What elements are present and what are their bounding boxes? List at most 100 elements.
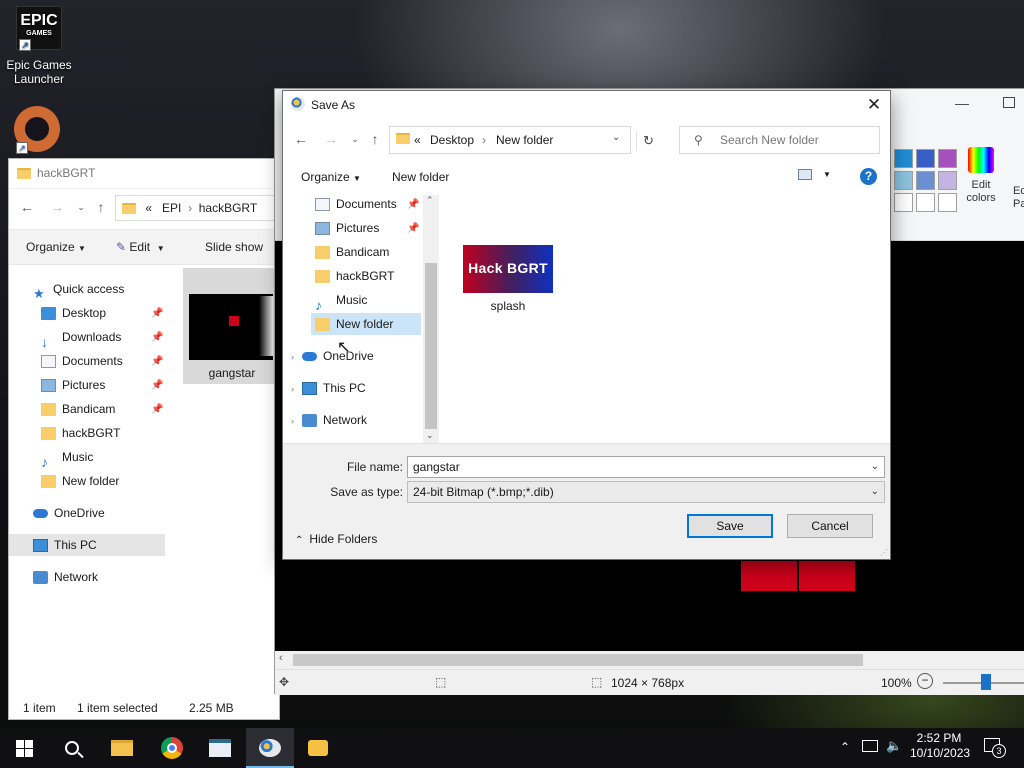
- forward-arrow-icon[interactable]: →: [321, 129, 341, 149]
- up-arrow-icon[interactable]: ↑: [91, 197, 111, 217]
- nav-bandicam[interactable]: Bandicam: [315, 241, 389, 263]
- pin-icon[interactable]: 📌: [407, 223, 419, 234]
- taskbar-notes[interactable]: [294, 728, 342, 768]
- pin-icon[interactable]: 📌: [151, 308, 163, 319]
- close-button[interactable]: ✕: [862, 93, 886, 117]
- action-center-button[interactable]: 3: [984, 738, 1006, 758]
- clock[interactable]: 2:52 PM 10/10/2023: [910, 731, 970, 761]
- save-button[interactable]: Save: [687, 514, 773, 538]
- ribbon-partial-button[interactable]: Ed Pa: [1013, 185, 1024, 211]
- edit-colors-button[interactable]: Edit colors: [963, 147, 999, 205]
- back-arrow-icon[interactable]: ←: [17, 197, 37, 217]
- organize-button[interactable]: Organize ▼: [301, 170, 361, 184]
- color-swatch[interactable]: [938, 193, 957, 212]
- save-as-title-bar[interactable]: Save As ✕: [283, 91, 890, 119]
- taskbar-app-window[interactable]: [196, 728, 244, 768]
- new-folder-button[interactable]: New folder: [392, 170, 449, 184]
- pin-icon[interactable]: 📌: [151, 380, 163, 391]
- nav-new-folder-selected[interactable]: New folder: [311, 313, 421, 335]
- nav-downloads[interactable]: ↓ Downloads: [41, 326, 121, 350]
- nav-pictures[interactable]: Pictures: [315, 217, 379, 239]
- horizontal-scrollbar[interactable]: ‹: [275, 651, 1024, 669]
- expand-chevron-icon[interactable]: ›: [291, 352, 294, 362]
- show-hidden-icons-chevron[interactable]: ⌃: [840, 740, 850, 754]
- nav-quick-access[interactable]: ★ Quick access: [33, 278, 124, 301]
- view-dropdown-icon[interactable]: ▼: [823, 170, 831, 179]
- address-dropdown-icon[interactable]: ⌄: [612, 132, 620, 143]
- nav-music[interactable]: ♪ Music: [41, 446, 93, 470]
- pin-icon[interactable]: 📌: [151, 332, 163, 343]
- color-swatch[interactable]: [938, 149, 957, 168]
- chevron-down-icon[interactable]: ⌄: [871, 482, 879, 502]
- nav-network[interactable]: › Network: [291, 409, 367, 431]
- resize-grip-icon[interactable]: ⋰: [880, 548, 888, 557]
- maximize-icon[interactable]: [1003, 97, 1015, 108]
- nav-music[interactable]: ♪ Music: [315, 289, 367, 313]
- color-swatch[interactable]: [894, 149, 913, 168]
- file-name-input[interactable]: gangstar ⌄: [407, 456, 885, 478]
- minimize-icon[interactable]: —: [955, 95, 971, 111]
- breadcrumb-separator-icon[interactable]: ›: [188, 201, 192, 215]
- taskbar-paint[interactable]: [246, 728, 294, 768]
- nav-hackbgrt[interactable]: hackBGRT: [41, 422, 120, 444]
- breadcrumb-hackbgrt[interactable]: hackBGRT: [199, 201, 257, 215]
- save-type-select[interactable]: 24-bit Bitmap (*.bmp;*.dib) ⌄: [407, 481, 885, 503]
- zoom-out-icon[interactable]: −: [917, 673, 933, 689]
- color-swatch[interactable]: [894, 171, 913, 190]
- nav-documents[interactable]: Documents: [315, 193, 397, 215]
- explorer-address-bar[interactable]: « EPI › hackBGRT: [115, 195, 279, 221]
- nav-bandicam[interactable]: Bandicam: [41, 398, 115, 420]
- scroll-down-icon[interactable]: ⌄: [426, 430, 434, 441]
- nav-documents[interactable]: Documents: [41, 350, 123, 372]
- dialog-address-bar[interactable]: « Desktop › New folder ⌄ ↻: [389, 126, 654, 154]
- file-name-splash[interactable]: splash: [463, 299, 553, 313]
- volume-icon[interactable]: 🔈: [886, 738, 902, 754]
- up-arrow-icon[interactable]: ↑: [365, 129, 385, 149]
- zoom-slider-thumb[interactable]: [981, 674, 991, 690]
- scrollbar-thumb[interactable]: [293, 654, 863, 666]
- explorer-title-bar[interactable]: hackBGRT: [9, 159, 279, 189]
- color-swatch[interactable]: [938, 171, 957, 190]
- address-overflow[interactable]: «: [414, 133, 421, 147]
- hide-folders-button[interactable]: ⌃ Hide Folders: [295, 532, 377, 546]
- expand-chevron-icon[interactable]: ›: [291, 416, 294, 426]
- pin-icon[interactable]: 📌: [407, 199, 419, 210]
- pin-icon[interactable]: 📌: [151, 404, 163, 415]
- nav-this-pc[interactable]: This PC: [9, 534, 165, 556]
- color-swatch[interactable]: [916, 171, 935, 190]
- search-button[interactable]: [48, 728, 96, 768]
- color-swatch[interactable]: [916, 149, 935, 168]
- desktop-icon-epic-games[interactable]: EPIC GAMES ↗ Epic Games Launcher: [4, 6, 74, 86]
- edit-button[interactable]: ✎ Edit ▼: [116, 240, 165, 254]
- recent-chevron-icon[interactable]: ⌄: [71, 197, 91, 217]
- file-item-gangstar[interactable]: gangstar: [183, 268, 281, 384]
- desktop-icon-tf2[interactable]: ↗: [12, 106, 62, 154]
- nav-desktop[interactable]: Desktop: [41, 302, 106, 324]
- organize-button[interactable]: Organize ▼: [26, 240, 86, 254]
- color-swatch[interactable]: [894, 193, 913, 212]
- file-thumbnail-splash[interactable]: Hack BGRT: [463, 245, 553, 293]
- back-arrow-icon[interactable]: ←: [291, 129, 311, 149]
- view-options-icon[interactable]: [798, 169, 812, 180]
- recent-chevron-icon[interactable]: ⌄: [345, 129, 365, 149]
- forward-arrow-icon[interactable]: →: [47, 197, 67, 217]
- address-overflow[interactable]: «: [145, 201, 152, 215]
- breadcrumb-separator-icon[interactable]: ›: [482, 133, 486, 147]
- nav-new-folder[interactable]: New folder: [41, 470, 119, 492]
- expand-chevron-icon[interactable]: ›: [291, 384, 294, 394]
- scroll-up-icon[interactable]: ⌃: [426, 195, 434, 206]
- taskbar-chrome[interactable]: [148, 728, 196, 768]
- search-box[interactable]: ⚲ Search New folder: [679, 126, 880, 154]
- color-swatch[interactable]: [916, 193, 935, 212]
- breadcrumb-desktop[interactable]: Desktop: [430, 133, 474, 147]
- chevron-down-icon[interactable]: ⌄: [871, 457, 879, 477]
- taskbar-file-explorer[interactable]: [98, 728, 146, 768]
- breadcrumb-new-folder[interactable]: New folder: [496, 133, 553, 147]
- scrollbar-thumb[interactable]: [425, 263, 437, 429]
- help-icon[interactable]: ?: [860, 168, 877, 185]
- slideshow-button[interactable]: Slide show: [205, 240, 263, 254]
- nav-hackbgrt[interactable]: hackBGRT: [315, 265, 394, 287]
- nav-pictures[interactable]: Pictures: [41, 374, 105, 396]
- nav-network[interactable]: Network: [33, 566, 98, 588]
- nav-this-pc[interactable]: › This PC: [291, 377, 366, 399]
